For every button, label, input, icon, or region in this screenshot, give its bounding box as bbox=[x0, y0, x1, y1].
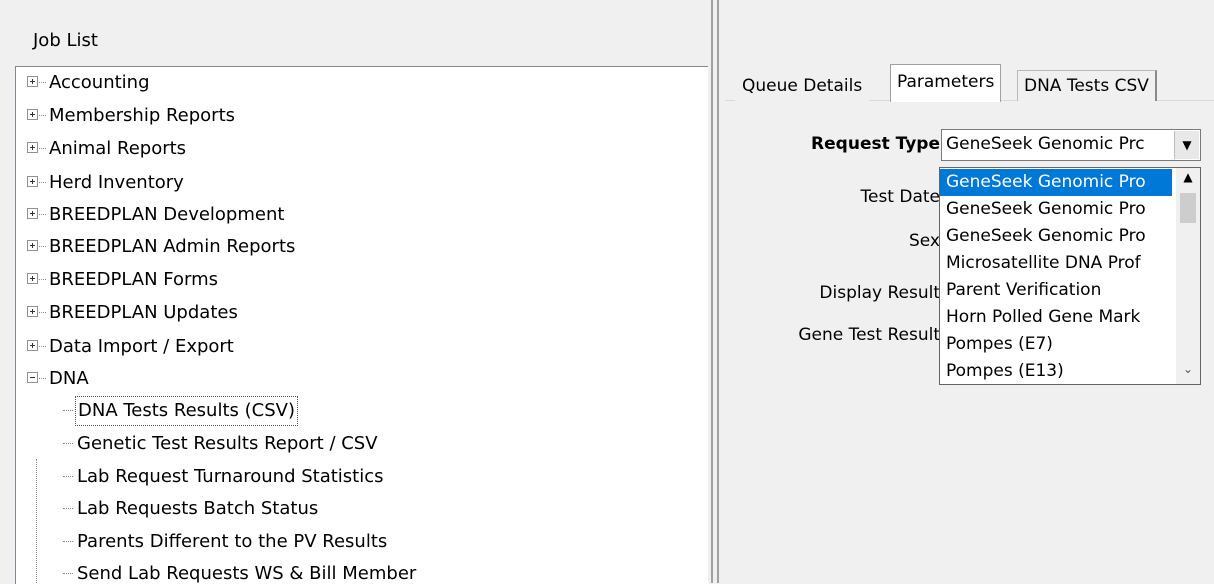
tree-connector bbox=[63, 541, 73, 542]
tree-item-label[interactable]: Genetic Test Results Report / CSV bbox=[75, 429, 380, 459]
tree-connector bbox=[39, 148, 46, 149]
tree-connector bbox=[63, 573, 73, 574]
splitter-line bbox=[717, 0, 719, 583]
expand-icon[interactable] bbox=[27, 240, 38, 251]
dropdown-option[interactable]: Microsatellite DNA Prof bbox=[940, 250, 1172, 277]
tree-item-label[interactable]: Lab Requests Batch Status bbox=[75, 494, 320, 524]
tree-group-label[interactable]: Accounting bbox=[47, 68, 152, 98]
sex-label: Sex bbox=[908, 231, 940, 251]
tree-item-label[interactable]: Parents Different to the PV Results bbox=[75, 527, 389, 557]
tree-group-label[interactable]: BREEDPLAN Forms bbox=[47, 265, 220, 295]
parameters-panel: Request Type Test Date Sex Display Resul… bbox=[725, 101, 1214, 583]
dropdown-option[interactable]: GeneSeek Genomic Pro bbox=[940, 196, 1172, 223]
dropdown-option[interactable]: Horn Polled Gene Mark bbox=[940, 304, 1172, 331]
tree-connector bbox=[39, 246, 46, 247]
splitter-line bbox=[711, 0, 713, 583]
scroll-down-icon[interactable]: ⌄ bbox=[1176, 362, 1200, 382]
tree-item-label[interactable]: DNA Tests Results (CSV) bbox=[75, 396, 298, 426]
job-details-pane: Queue Details Parameters DNA Tests CSV R… bbox=[725, 0, 1214, 583]
test-date-label: Test Date bbox=[860, 187, 940, 207]
tree-group-label[interactable]: Membership Reports bbox=[47, 101, 237, 131]
display-result-label: Display Result bbox=[819, 283, 940, 303]
request-type-value: GeneSeek Genomic Prc bbox=[946, 134, 1145, 154]
tree-group-label[interactable]: DNA bbox=[47, 364, 91, 394]
tree-connector bbox=[39, 378, 46, 379]
tree-item-label[interactable]: Lab Request Turnaround Statistics bbox=[75, 462, 386, 492]
job-list-title: Job List bbox=[33, 30, 98, 51]
expand-icon[interactable] bbox=[27, 340, 38, 351]
expand-icon[interactable] bbox=[27, 76, 38, 87]
dropdown-option[interactable]: Pompes (E7) bbox=[940, 331, 1172, 358]
tree-connector bbox=[39, 312, 46, 313]
tree-group-label[interactable]: Herd Inventory bbox=[47, 168, 186, 198]
expand-icon[interactable] bbox=[27, 208, 38, 219]
tree-connector bbox=[39, 346, 46, 347]
expand-icon[interactable] bbox=[27, 273, 38, 284]
tree-connector bbox=[63, 410, 73, 411]
tab-queue-details[interactable]: Queue Details bbox=[735, 70, 870, 101]
collapse-icon[interactable] bbox=[27, 372, 38, 383]
tree-group-label[interactable]: BREEDPLAN Development bbox=[47, 200, 286, 230]
expand-icon[interactable] bbox=[27, 176, 38, 187]
tree-connector bbox=[36, 459, 37, 584]
dropdown-scrollbar[interactable]: ▲ ⌄ bbox=[1176, 168, 1200, 384]
pane-splitter[interactable] bbox=[708, 0, 725, 583]
tree-connector bbox=[39, 82, 46, 83]
tree-connector bbox=[39, 115, 46, 116]
tab-dna-tests-csv[interactable]: DNA Tests CSV bbox=[1017, 70, 1157, 101]
dropdown-option[interactable]: GeneSeek Genomic Pro bbox=[940, 169, 1172, 196]
tree-item-label[interactable]: Send Lab Requests WS & Bill Member bbox=[75, 559, 418, 584]
dropdown-arrow-icon[interactable]: ▼ bbox=[1174, 131, 1199, 159]
tree-group-label[interactable]: Animal Reports bbox=[47, 134, 188, 164]
job-list-tree[interactable]: Accounting Membership Reports Animal Rep… bbox=[15, 66, 709, 584]
gene-test-result-label: Gene Test Result bbox=[798, 325, 940, 345]
dropdown-option[interactable]: GeneSeek Genomic Pro bbox=[940, 223, 1172, 250]
job-list-pane: Job List Accounting Membership Reports A… bbox=[0, 0, 709, 584]
request-type-label: Request Type bbox=[811, 134, 940, 154]
scrollbar-thumb[interactable] bbox=[1180, 193, 1196, 223]
tab-strip: Queue Details Parameters DNA Tests CSV bbox=[725, 62, 1214, 102]
tree-connector bbox=[39, 214, 46, 215]
tree-connector bbox=[63, 508, 73, 509]
request-type-dropdown-list[interactable]: GeneSeek Genomic Pro GeneSeek Genomic Pr… bbox=[939, 167, 1201, 385]
expand-icon[interactable] bbox=[27, 306, 38, 317]
tree-group-label[interactable]: Data Import / Export bbox=[47, 332, 236, 362]
tree-connector bbox=[63, 476, 73, 477]
tree-connector bbox=[39, 279, 46, 280]
tree-group-label[interactable]: BREEDPLAN Updates bbox=[47, 298, 240, 328]
dropdown-option[interactable]: Pompes (E13) bbox=[940, 358, 1172, 384]
tree-connector bbox=[39, 182, 46, 183]
expand-icon[interactable] bbox=[27, 142, 38, 153]
tab-parameters[interactable]: Parameters bbox=[890, 64, 1002, 102]
scroll-up-icon[interactable]: ▲ bbox=[1176, 170, 1200, 190]
tree-connector bbox=[63, 443, 73, 444]
request-type-select[interactable]: GeneSeek Genomic Prc ▼ bbox=[941, 129, 1201, 161]
expand-icon[interactable] bbox=[27, 109, 38, 120]
tree-group-label[interactable]: BREEDPLAN Admin Reports bbox=[47, 232, 297, 262]
dropdown-option[interactable]: Parent Verification bbox=[940, 277, 1172, 304]
